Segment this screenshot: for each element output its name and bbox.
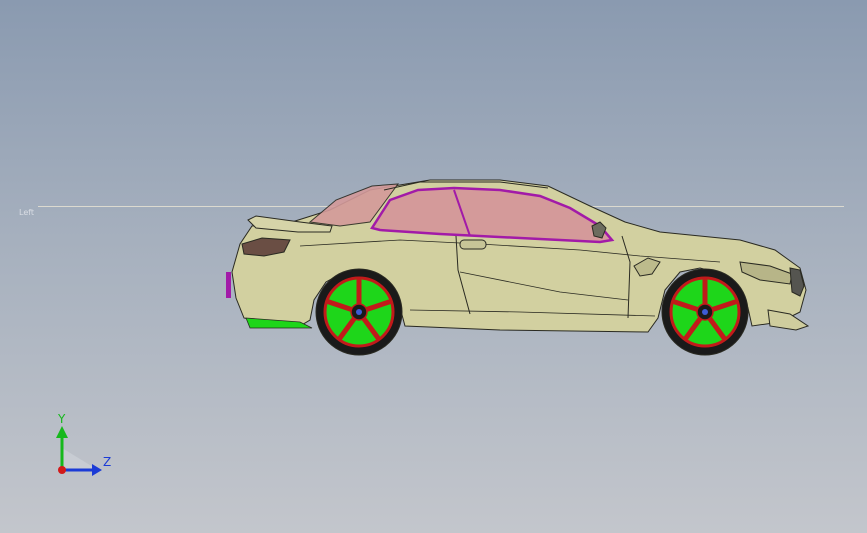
front-wheel[interactable] bbox=[661, 268, 749, 356]
rear-reflector bbox=[226, 272, 231, 298]
z-axis-head bbox=[92, 464, 102, 476]
rear-wheel[interactable] bbox=[315, 268, 403, 356]
graphics-viewport[interactable]: Left Y Z bbox=[0, 0, 867, 533]
door-handle bbox=[459, 239, 487, 250]
triad-y-label: Y bbox=[58, 412, 66, 426]
y-axis-head bbox=[56, 426, 68, 438]
front-grille bbox=[789, 267, 805, 297]
axis-triad-icon bbox=[56, 426, 102, 476]
x-axis-origin bbox=[58, 466, 66, 474]
car-model[interactable] bbox=[0, 0, 867, 533]
triad-z-label: Z bbox=[103, 455, 112, 469]
